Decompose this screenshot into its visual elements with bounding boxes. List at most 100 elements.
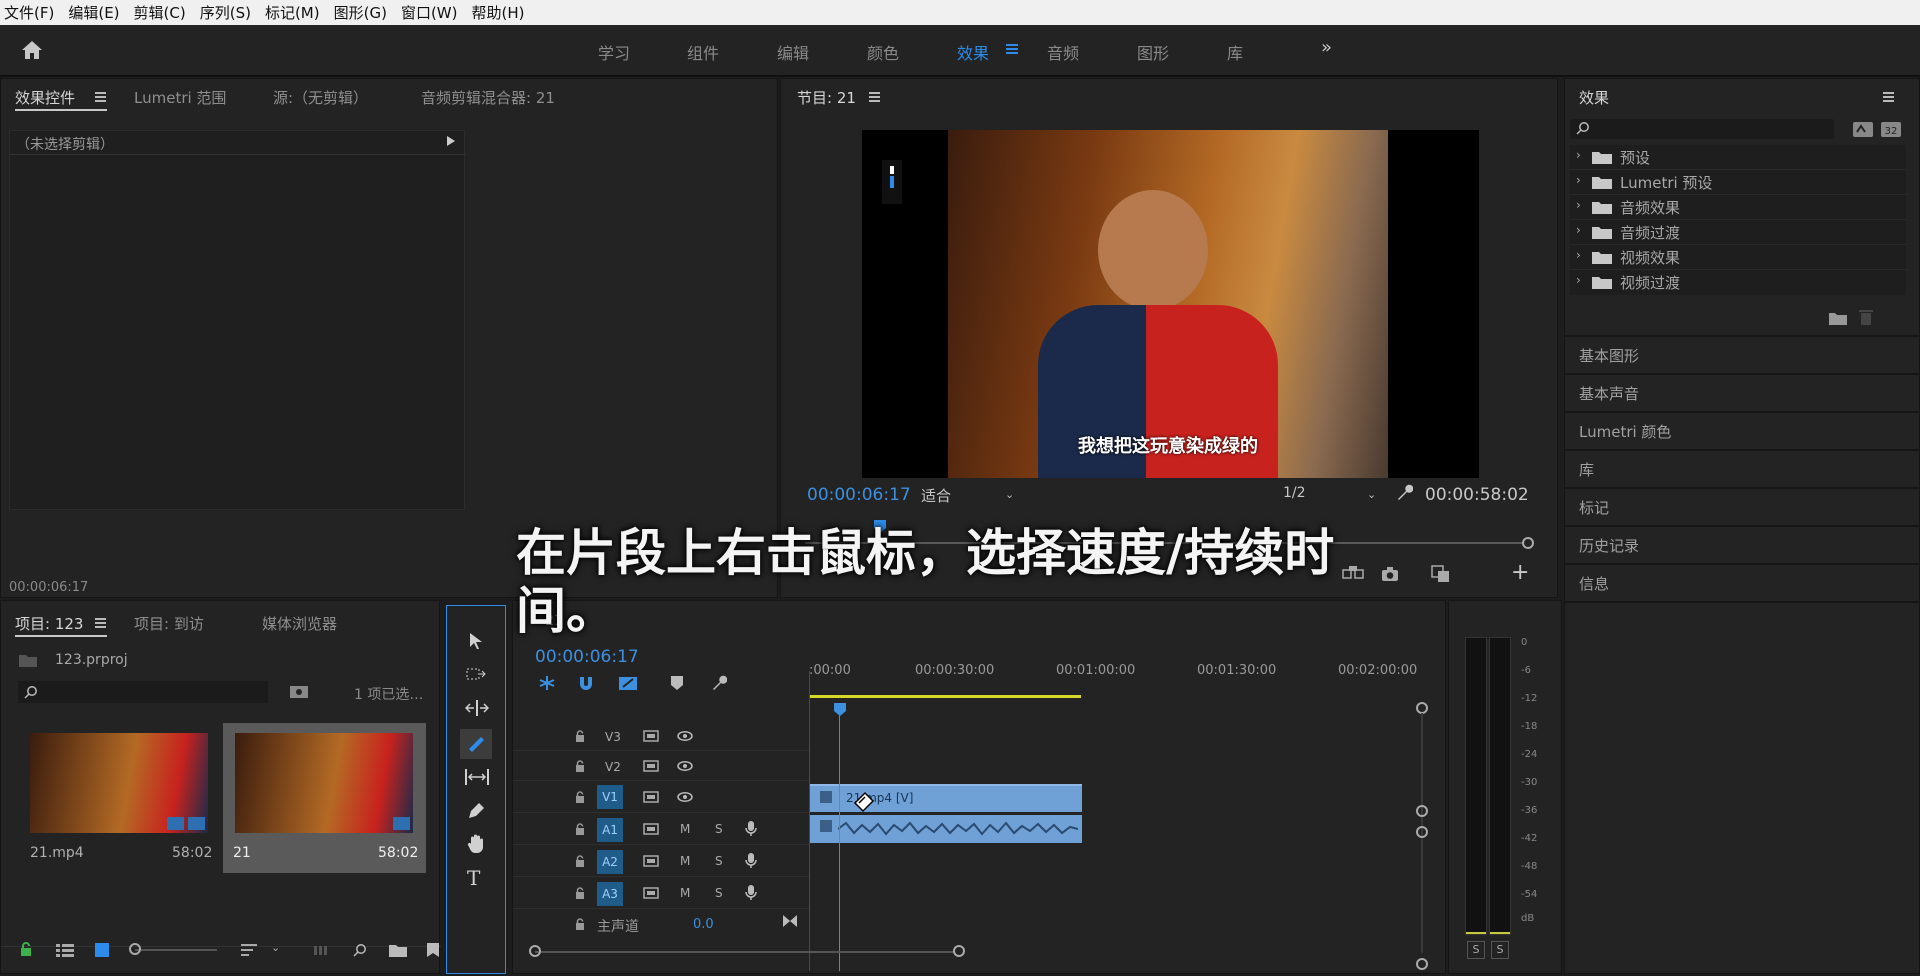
- mute-button[interactable]: M: [680, 886, 690, 900]
- home-icon[interactable]: [20, 39, 44, 61]
- menu-sequence[interactable]: 序列(S): [200, 2, 251, 23]
- section-essential-graphics[interactable]: 基本图形: [1579, 345, 1639, 366]
- lock-icon[interactable]: [20, 942, 32, 956]
- workspace-effects[interactable]: 效果: [957, 40, 989, 64]
- effects-item-audio-effects[interactable]: › 音频效果: [1570, 195, 1906, 220]
- zoom-slider[interactable]: [135, 949, 217, 951]
- effects-item-audio-transitions[interactable]: › 音频过渡: [1570, 220, 1906, 245]
- workspace-assembly[interactable]: 组件: [687, 40, 719, 64]
- lock-icon[interactable]: [575, 791, 585, 803]
- new-bin-icon[interactable]: [1829, 311, 1847, 325]
- workspace-libraries[interactable]: 库: [1227, 40, 1243, 64]
- effects-item-presets[interactable]: › 预设: [1570, 145, 1906, 170]
- track-select-tool-icon[interactable]: [466, 666, 486, 682]
- lock-icon[interactable]: [575, 887, 585, 899]
- eye-icon[interactable]: [677, 731, 693, 741]
- track-target-a1[interactable]: A1: [597, 818, 623, 842]
- new-item-icon[interactable]: [427, 943, 439, 957]
- eye-icon[interactable]: [677, 761, 693, 771]
- workspace-color[interactable]: 颜色: [867, 40, 899, 64]
- menu-window[interactable]: 窗口(W): [401, 2, 458, 23]
- section-essential-sound[interactable]: 基本声音: [1579, 383, 1639, 404]
- track-target-a3[interactable]: A3: [597, 882, 623, 906]
- tab-project-visit[interactable]: 项目: 到访: [134, 613, 204, 634]
- search-icon[interactable]: [353, 943, 367, 957]
- hand-tool-icon[interactable]: [467, 834, 485, 854]
- vscroll-handle[interactable]: [1416, 805, 1428, 817]
- project-item-21mp4[interactable]: 21.mp4 58:02: [18, 723, 224, 873]
- workspace-menu-icon[interactable]: [1006, 43, 1018, 55]
- lock-icon[interactable]: [575, 760, 585, 772]
- section-libraries[interactable]: 库: [1579, 459, 1594, 480]
- lock-icon[interactable]: [575, 730, 585, 742]
- tab-project-123[interactable]: 项目: 123: [15, 613, 83, 634]
- track-label[interactable]: V3: [605, 730, 621, 744]
- mute-button[interactable]: M: [680, 854, 690, 868]
- horizontal-scrollbar[interactable]: [535, 951, 955, 953]
- vscroll-handle[interactable]: [1416, 826, 1428, 838]
- scrubber-end-handle[interactable]: [1522, 537, 1534, 549]
- hscroll-handle-right[interactable]: [953, 945, 965, 957]
- add-button-icon[interactable]: +: [1511, 560, 1529, 585]
- sync-lock-icon[interactable]: [643, 760, 659, 772]
- effects-item-video-transitions[interactable]: › 视频过渡: [1570, 270, 1906, 295]
- panel-menu-icon[interactable]: [1883, 92, 1894, 102]
- camera-icon[interactable]: [1381, 566, 1399, 582]
- menu-graphics[interactable]: 图形(G): [334, 2, 387, 23]
- timeline-timecode[interactable]: 00:00:06:17: [535, 647, 639, 667]
- pen-tool-icon[interactable]: [467, 802, 485, 820]
- slip-tool-icon[interactable]: [465, 769, 489, 785]
- tab-source[interactable]: 源:（无剪辑）: [273, 87, 368, 108]
- workspace-audio[interactable]: 音频: [1047, 40, 1079, 64]
- section-history[interactable]: 历史记录: [1579, 535, 1639, 556]
- lock-icon[interactable]: [575, 918, 585, 930]
- effects-title[interactable]: 效果: [1579, 87, 1609, 108]
- accelerated-effects-icon[interactable]: [1853, 120, 1873, 138]
- master-volume[interactable]: 0.0: [693, 917, 714, 932]
- sync-lock-icon[interactable]: [643, 730, 659, 742]
- sync-lock-icon[interactable]: [643, 887, 659, 899]
- track-target-v1[interactable]: V1: [597, 785, 623, 809]
- selection-tool-icon[interactable]: [468, 632, 484, 650]
- solo-button[interactable]: S: [715, 822, 723, 836]
- video-clip[interactable]: 21.mp4 [V]: [810, 784, 1082, 812]
- workspace-learn[interactable]: 学习: [598, 40, 630, 64]
- bowtie-icon[interactable]: [783, 915, 797, 927]
- trash-icon[interactable]: [1859, 309, 1873, 325]
- lock-icon[interactable]: [575, 855, 585, 867]
- panel-menu-icon[interactable]: [869, 92, 880, 102]
- vscroll-handle[interactable]: [1416, 958, 1428, 970]
- sync-lock-icon[interactable]: [643, 823, 659, 835]
- playhead-handle[interactable]: [833, 703, 847, 717]
- audio-clip[interactable]: [810, 815, 1082, 843]
- solo-button[interactable]: S: [715, 886, 723, 900]
- snap-magnet-icon[interactable]: [578, 675, 594, 691]
- meter-solo-right-button[interactable]: S: [1491, 941, 1509, 959]
- fit-dropdown[interactable]: 适合 ⌄: [913, 483, 1019, 505]
- work-area-bar[interactable]: [809, 695, 1081, 698]
- icon-view-icon[interactable]: [95, 943, 109, 957]
- microphone-icon[interactable]: [745, 853, 757, 869]
- program-current-timecode[interactable]: 00:00:06:17: [807, 485, 911, 505]
- linked-selection-icon[interactable]: [619, 675, 637, 691]
- hscroll-handle-left[interactable]: [529, 945, 541, 957]
- mute-button[interactable]: M: [680, 822, 690, 836]
- sync-lock-icon[interactable]: [643, 791, 659, 803]
- section-info[interactable]: 信息: [1579, 573, 1609, 594]
- resolution-dropdown[interactable]: 1/2 ⌄: [1275, 483, 1381, 505]
- effects-search-input[interactable]: [1570, 119, 1834, 139]
- track-target-a2[interactable]: A2: [597, 850, 623, 874]
- nest-icon[interactable]: [538, 675, 556, 691]
- workspace-graphics[interactable]: 图形: [1137, 40, 1169, 64]
- menu-help[interactable]: 帮助(H): [471, 2, 524, 23]
- chevron-down-icon[interactable]: ⌄: [271, 941, 280, 954]
- tab-audio-clip-mixer[interactable]: 音频剪辑混合器: 21: [421, 87, 555, 108]
- time-ruler[interactable]: :00:00 00:00:30:00 00:01:00:00 00:01:30:…: [809, 631, 1417, 698]
- razor-tool-button[interactable]: [460, 729, 492, 759]
- sort-icon[interactable]: [241, 943, 257, 957]
- insert-icon[interactable]: [1342, 566, 1364, 582]
- panel-menu-icon[interactable]: [95, 92, 106, 102]
- timeline-settings-wrench-icon[interactable]: [711, 675, 727, 691]
- microphone-icon[interactable]: [745, 885, 757, 901]
- effects-item-video-effects[interactable]: › 视频效果: [1570, 245, 1906, 270]
